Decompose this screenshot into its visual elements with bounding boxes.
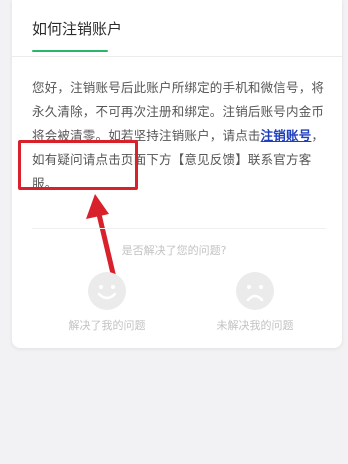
title-underline [32,50,108,52]
smile-face-icon [88,272,126,310]
feedback-divider [32,228,326,229]
feedback-question: 是否解决了您的问题? [121,244,227,257]
article-header: 如何注销账户 [32,16,322,56]
feedback-solved-button[interactable]: 解决了我的问题 [52,272,162,333]
feedback-solved-label: 解决了我的问题 [68,319,146,332]
feedback-unsolved-button[interactable]: 未解决我的问题 [200,272,310,333]
feedback-unsolved-label: 未解决我的问题 [216,319,294,332]
delete-account-link[interactable]: 注销账号 [261,128,312,143]
page-title: 如何注销账户 [32,20,123,38]
sad-face-icon [236,272,274,310]
annotation-highlight-box [18,140,138,190]
header-divider [12,56,342,57]
